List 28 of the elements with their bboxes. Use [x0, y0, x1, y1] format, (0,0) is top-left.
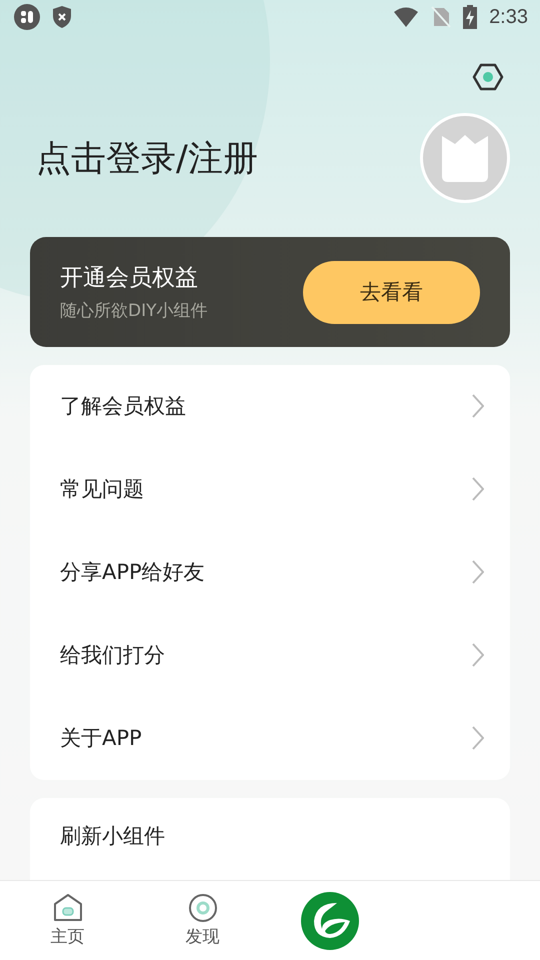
nav-tab[interactable]: 主页: [0, 893, 135, 948]
chevron-right-icon: [472, 560, 484, 584]
vip-subtitle: 随心所欲DIY小组件: [60, 300, 208, 322]
view-button[interactable]: 去看看: [303, 260, 480, 324]
menu-item[interactable]: 了解会员权益: [60, 392, 186, 420]
shield-icon: [52, 5, 72, 30]
battery-icon: [463, 5, 478, 30]
chevron-right-icon: [472, 726, 484, 750]
compass-icon: [188, 893, 218, 923]
chevron-right-icon: [472, 394, 484, 418]
nav-tab[interactable]: 发现: [135, 893, 270, 948]
vip-title: 开通会员权益: [60, 264, 199, 294]
leaf-logo-icon[interactable]: [300, 890, 360, 950]
home-icon: [52, 893, 84, 923]
wifi-icon: [393, 6, 420, 28]
menu-item[interactable]: 给我们打分: [60, 641, 165, 670]
settings-icon[interactable]: [472, 62, 504, 91]
no-sim-icon: [431, 6, 452, 28]
cat-silhouette-icon: [439, 132, 491, 184]
refresh-title[interactable]: 刷新小组件: [60, 824, 165, 848]
menu-item[interactable]: 常见问题: [60, 475, 144, 504]
chevron-right-icon: [472, 477, 484, 502]
login-title[interactable]: 点击登录/注册: [36, 134, 258, 182]
status-time: 2:33: [489, 6, 528, 29]
chevron-right-icon: [472, 643, 484, 668]
menu-item[interactable]: 关于APP: [60, 724, 142, 752]
menu-item[interactable]: 分享APP给好友: [60, 558, 205, 586]
app-icon: [14, 4, 40, 30]
